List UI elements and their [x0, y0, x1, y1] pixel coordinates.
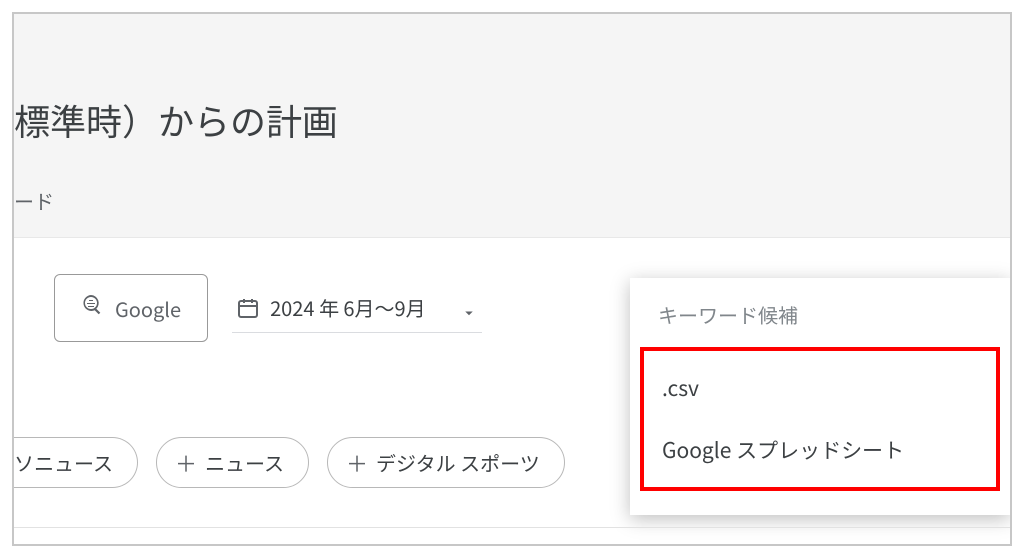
date-range-selector[interactable]: 2024 年 6月～9月	[232, 283, 482, 333]
chip-news[interactable]: ＋ ニュース	[156, 437, 309, 488]
date-range-label: 2024 年 6月～9月	[270, 293, 426, 322]
chip-label: ソニュース	[14, 448, 113, 477]
dropdown-items-highlight: .csv Google スプレッドシート	[640, 347, 1000, 491]
controls-row: Google 2024 年 6月～9月	[54, 274, 482, 342]
bottom-divider	[14, 527, 1010, 528]
keyword-chips-row: ソニュース ＋ ニュース ＋ デジタル スポーツ	[14, 437, 565, 488]
content-area: Google 2024 年 6月～9月 ソニュース ＋ ニュース ＋	[14, 238, 1010, 546]
google-button-label: Google	[115, 294, 181, 323]
chevron-down-icon	[460, 299, 478, 317]
calendar-icon	[236, 296, 260, 320]
page-subtitle: ード	[14, 186, 54, 215]
dropdown-item-google-sheets[interactable]: Google スプレッドシート	[644, 419, 996, 481]
chip-label: ニュース	[205, 448, 284, 477]
dropdown-header: キーワード候補	[630, 288, 1010, 347]
page-title: 標準時）からの計画	[14, 94, 338, 146]
download-dropdown: キーワード候補 .csv Google スプレッドシート	[630, 278, 1010, 515]
plus-icon: ＋	[175, 452, 197, 474]
dropdown-item-csv[interactable]: .csv	[644, 357, 996, 419]
app-frame: 標準時）からの計画 ード Google 2024 年 6月～9月	[12, 12, 1012, 546]
chip-partial-news[interactable]: ソニュース	[14, 437, 138, 488]
header-area: 標準時）からの計画 ード	[14, 14, 1010, 238]
chip-digital-sports[interactable]: ＋ デジタル スポーツ	[327, 437, 565, 488]
chip-label: デジタル スポーツ	[376, 448, 540, 477]
plus-icon: ＋	[346, 452, 368, 474]
google-network-button[interactable]: Google	[54, 274, 208, 342]
search-network-icon	[81, 293, 105, 323]
